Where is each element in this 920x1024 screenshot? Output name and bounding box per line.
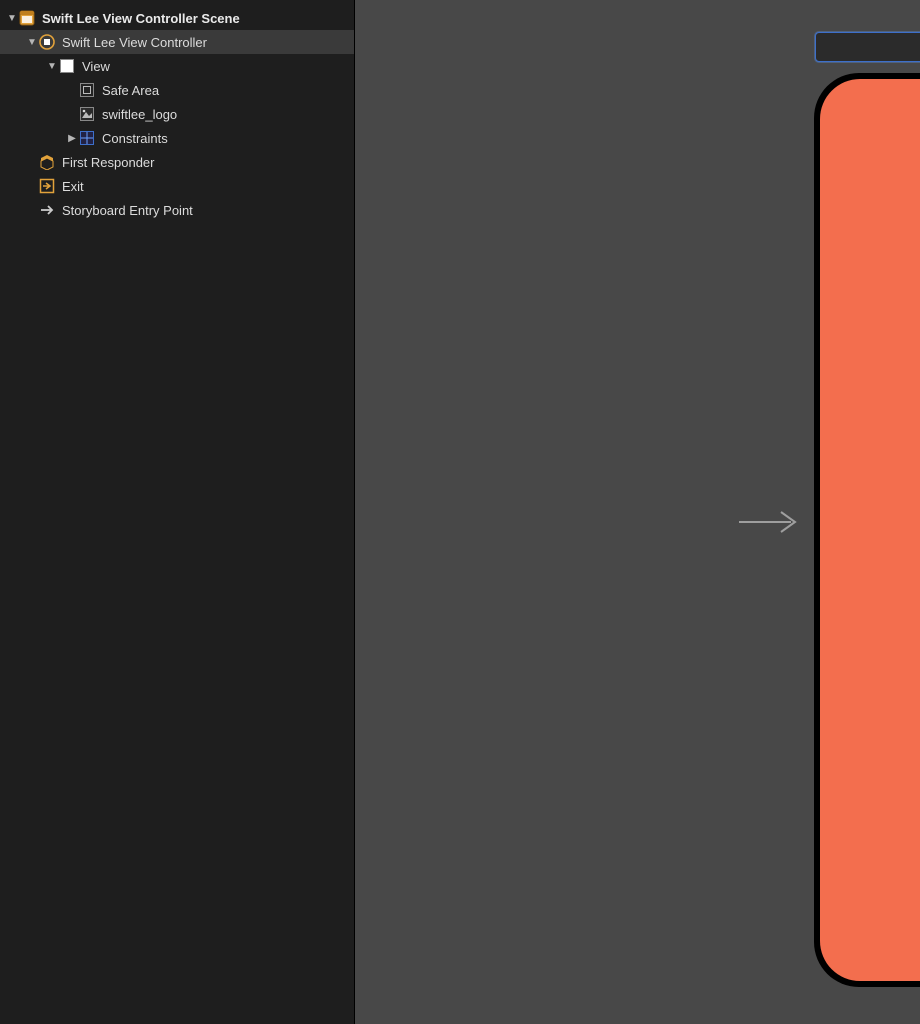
- disclosure-triangle-icon[interactable]: ▼: [6, 13, 18, 24]
- exit-label: Exit: [62, 179, 84, 194]
- view-row[interactable]: ▼ View: [0, 54, 354, 78]
- constraints-row[interactable]: ▶ Constraints: [0, 126, 354, 150]
- constraints-label: Constraints: [102, 131, 168, 146]
- first-responder-label: First Responder: [62, 155, 154, 170]
- scene-header-label: Swift Lee View Controller Scene: [42, 11, 240, 26]
- first-responder-icon: [38, 153, 56, 171]
- uiimageview-icon: [78, 105, 96, 123]
- disclosure-triangle-icon[interactable]: ▼: [46, 61, 58, 72]
- interface-builder-canvas[interactable]: SwiftLee: [355, 0, 920, 1024]
- disclosure-triangle-icon[interactable]: ▼: [26, 37, 38, 48]
- safe-area-label: Safe Area: [102, 83, 159, 98]
- entry-point-label: Storyboard Entry Point: [62, 203, 193, 218]
- safe-area-icon: [78, 81, 96, 99]
- entry-point-row[interactable]: Storyboard Entry Point: [0, 198, 354, 222]
- image-view-label: swiftlee_logo: [102, 107, 177, 122]
- safe-area-row[interactable]: Safe Area: [0, 78, 354, 102]
- constraints-icon: [78, 129, 96, 147]
- view-controller-icon: [38, 33, 56, 51]
- scene-icon: [18, 9, 36, 27]
- entry-point-arrow-icon[interactable]: [735, 508, 805, 539]
- uiview-icon: [58, 57, 76, 75]
- scene-dock: [815, 32, 920, 62]
- document-outline-panel[interactable]: ▼ Swift Lee View Controller Scene ▼ Swif…: [0, 0, 355, 1024]
- device-frame[interactable]: SwiftLee: [815, 74, 920, 986]
- view-label: View: [82, 59, 110, 74]
- device-screen[interactable]: SwiftLee: [820, 79, 920, 981]
- exit-icon: [38, 177, 56, 195]
- scene-header-row[interactable]: ▼ Swift Lee View Controller Scene: [0, 6, 354, 30]
- disclosure-triangle-icon[interactable]: ▶: [66, 133, 78, 144]
- view-controller-label: Swift Lee View Controller: [62, 35, 207, 50]
- exit-row[interactable]: Exit: [0, 174, 354, 198]
- storyboard-entry-point-icon: [38, 201, 56, 219]
- image-view-row[interactable]: swiftlee_logo: [0, 102, 354, 126]
- first-responder-row[interactable]: First Responder: [0, 150, 354, 174]
- view-controller-row[interactable]: ▼ Swift Lee View Controller: [0, 30, 354, 54]
